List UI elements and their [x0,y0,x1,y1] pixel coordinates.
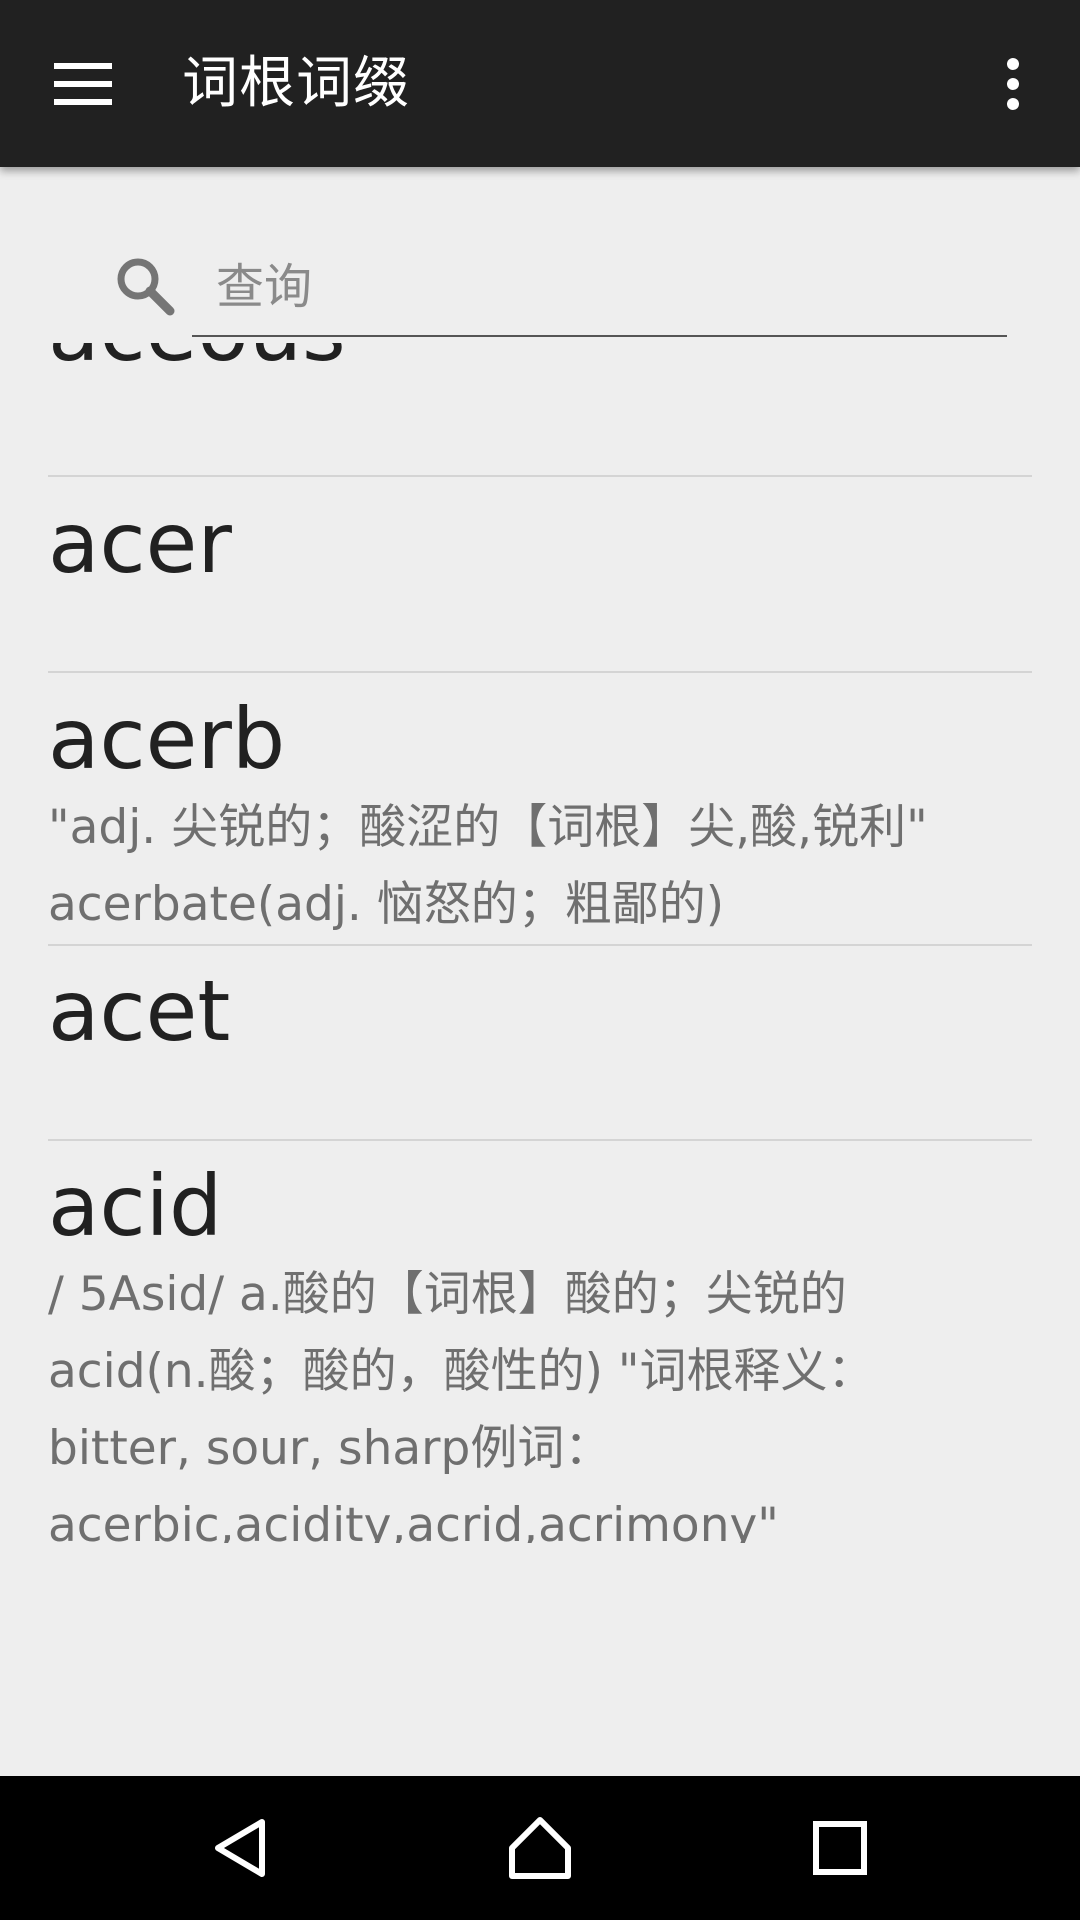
list-item[interactable]: acet [48,961,1032,1061]
page-title: 词根词缀 [182,51,410,116]
home-icon [509,1817,571,1879]
search-icon [117,258,175,316]
app-toolbar: 词根词缀 [0,0,1080,167]
word-list: aceous acer acerb "adj. 尖锐的；酸涩的【词根】尖,酸,锐… [0,343,1080,1543]
search-input[interactable] [192,239,1007,337]
system-navigation-bar [0,1776,1080,1920]
divider [48,475,1032,477]
divider [48,1139,1032,1141]
more-vertical-icon [1007,58,1019,70]
list-item-description: "adj. 尖锐的；酸涩的【词根】尖,酸,锐利" acerbate(adj. 恼… [48,800,928,932]
list-item-word: acet [48,962,231,1060]
list-item[interactable]: acid / 5Asid/ a.酸的【词根】酸的；尖锐的 acid(n.酸；酸的… [48,1156,1032,1543]
search-bar [0,167,1080,343]
list-item[interactable]: aceous [48,343,1032,381]
menu-button[interactable] [35,40,131,128]
list-item-word: aceous [48,343,1032,381]
list-item-word: acer [48,494,232,592]
recents-button[interactable] [760,1788,920,1908]
overflow-menu-button[interactable] [980,44,1046,124]
back-triangle-icon [215,1819,265,1877]
list-item[interactable]: acerb "adj. 尖锐的；酸涩的【词根】尖,酸,锐利" acerbate(… [48,689,1032,943]
list-item-description: / 5Asid/ a.酸的【词根】酸的；尖锐的 acid(n.酸；酸的，酸性的)… [48,1267,875,1543]
list-item-word: acid [48,1157,223,1255]
list-item[interactable]: acer [48,493,1032,593]
divider [48,671,1032,673]
hamburger-menu-icon [54,63,112,105]
back-button[interactable] [162,1788,322,1908]
list-item-word: acerb [48,690,286,788]
recents-square-icon [813,1821,867,1875]
divider [48,944,1032,946]
home-button[interactable] [460,1788,620,1908]
